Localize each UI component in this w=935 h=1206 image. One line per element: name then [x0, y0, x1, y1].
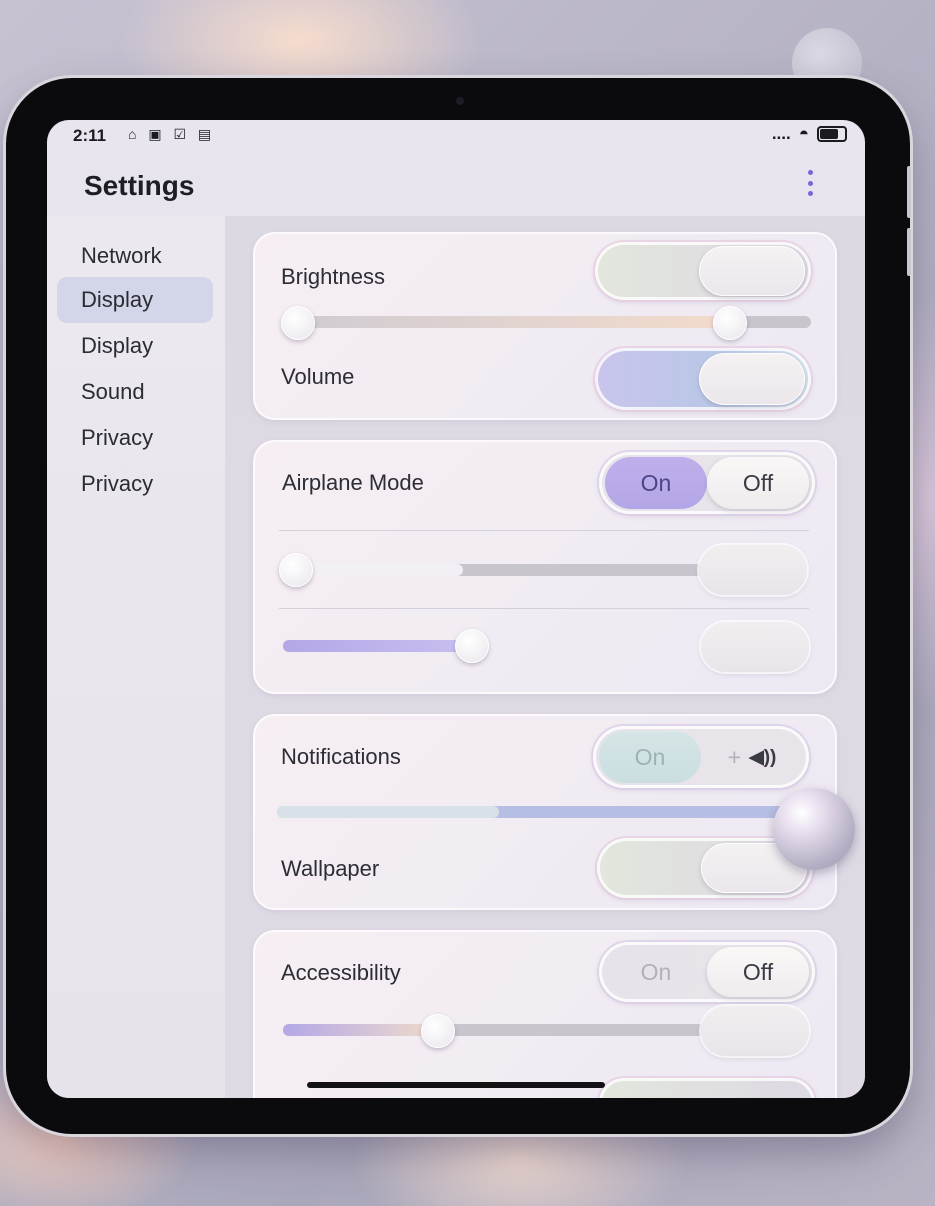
notifications-sound-option[interactable]: + ◀)): [701, 731, 803, 783]
kebab-menu-icon[interactable]: [803, 170, 817, 196]
plus-icon: +: [727, 743, 742, 770]
accessibility-label: Accessibility: [281, 960, 401, 985]
sidebar: Network Display Display Sound Privacy Pr…: [47, 216, 225, 1098]
airplane-mode-label: Airplane Mode: [282, 470, 424, 495]
brightness-slider-thumb[interactable]: [713, 306, 747, 340]
connectivity-slider-2[interactable]: [283, 640, 483, 652]
brightness-slider-fill: [283, 316, 733, 328]
airplane-mode-segmented[interactable]: On Off: [599, 452, 815, 514]
notifications-slider[interactable]: [277, 806, 797, 818]
connectivity-option-pill-1[interactable]: [699, 545, 807, 595]
wifi-icon: ◓: [798, 124, 809, 143]
connectivity-slider-2-thumb[interactable]: [455, 629, 489, 663]
accessibility-card: Accessibility On Off: [253, 930, 837, 1098]
sidebar-item-privacy-2[interactable]: Privacy: [57, 461, 213, 507]
volume-toggle[interactable]: [595, 348, 811, 410]
connectivity-slider-1-thumb[interactable]: [279, 553, 313, 587]
speaker-icon: ◀)): [749, 746, 777, 768]
wallpaper-label: Wallpaper: [281, 856, 380, 881]
airplane-off-option[interactable]: Off: [707, 457, 809, 509]
connectivity-slider-1[interactable]: [283, 564, 703, 576]
status-time: 2:11: [73, 126, 107, 145]
settings-content: Brightness Volume Airplane Mode On Off N…: [225, 216, 865, 1098]
sidebar-item-network[interactable]: Network: [57, 233, 213, 279]
sidebar-item-display-active[interactable]: Display: [57, 277, 213, 323]
alerts-card: Notifications On + ◀)) Wallpaper: [253, 714, 837, 910]
sidebar-item-label: Privacy: [81, 425, 154, 450]
sidebar-item-display[interactable]: Display: [57, 323, 213, 369]
divider: [279, 608, 809, 609]
floating-glass-bubble: [773, 788, 855, 870]
volume-up-button: [907, 166, 911, 218]
sidebar-item-privacy[interactable]: Privacy: [57, 415, 213, 461]
sidebar-item-sound[interactable]: Sound: [57, 369, 213, 415]
signal-dots-icon: ....: [771, 124, 791, 143]
brightness-toggle[interactable]: [595, 242, 811, 300]
sidebar-item-label: Privacy: [81, 471, 154, 496]
accessibility-slider-thumb[interactable]: [421, 1014, 455, 1048]
notifications-label: Notifications: [281, 744, 401, 769]
battery-icon: [817, 126, 847, 142]
sidebar-item-label: Sound: [81, 379, 145, 404]
status-notification-icons: ⌂ ▣ ☑ ▤: [128, 126, 216, 142]
notifications-on-option[interactable]: On: [599, 731, 701, 783]
page-title: Settings: [84, 170, 195, 201]
screen: 2:11 ⌂ ▣ ☑ ▤ .... ◓ Settings Network Dis…: [47, 120, 865, 1098]
volume-down-button: [907, 228, 911, 276]
sidebar-item-label: Display: [81, 333, 154, 358]
slider-fill: [283, 640, 473, 652]
brightness-label: Brightness: [281, 264, 385, 289]
brightness-slider-thumb-left[interactable]: [281, 306, 315, 340]
connectivity-option-pill-2[interactable]: [701, 622, 809, 672]
sidebar-item-label: Display: [81, 287, 154, 312]
display-card: Brightness Volume: [253, 232, 837, 420]
toggle-knob: [699, 353, 805, 405]
accessibility-slider[interactable]: [283, 1024, 707, 1036]
front-camera: [456, 97, 464, 105]
toggle-knob: [699, 246, 805, 296]
tablet-device: 2:11 ⌂ ▣ ☑ ▤ .... ◓ Settings Network Dis…: [6, 78, 911, 1134]
status-bar: 2:11 ⌂ ▣ ☑ ▤ .... ◓: [47, 120, 865, 166]
slider-fill: [283, 1024, 443, 1036]
accessibility-option-pill[interactable]: [701, 1006, 809, 1056]
divider: [279, 530, 809, 531]
notifications-segmented[interactable]: On + ◀)): [593, 726, 809, 788]
accessibility-on-option[interactable]: On: [605, 947, 707, 997]
accessibility-off-option[interactable]: Off: [707, 947, 809, 997]
accessibility-segmented[interactable]: On Off: [599, 942, 815, 1002]
airplane-on-option[interactable]: On: [605, 457, 707, 509]
volume-label: Volume: [281, 364, 355, 389]
status-right-icons: .... ◓: [772, 124, 847, 144]
home-indicator[interactable]: [307, 1082, 605, 1088]
sidebar-item-label: Network: [81, 243, 162, 268]
partial-toggle-cutoff[interactable]: [599, 1078, 815, 1098]
connectivity-card: Airplane Mode On Off: [253, 440, 837, 694]
slider-fill: [277, 806, 499, 818]
